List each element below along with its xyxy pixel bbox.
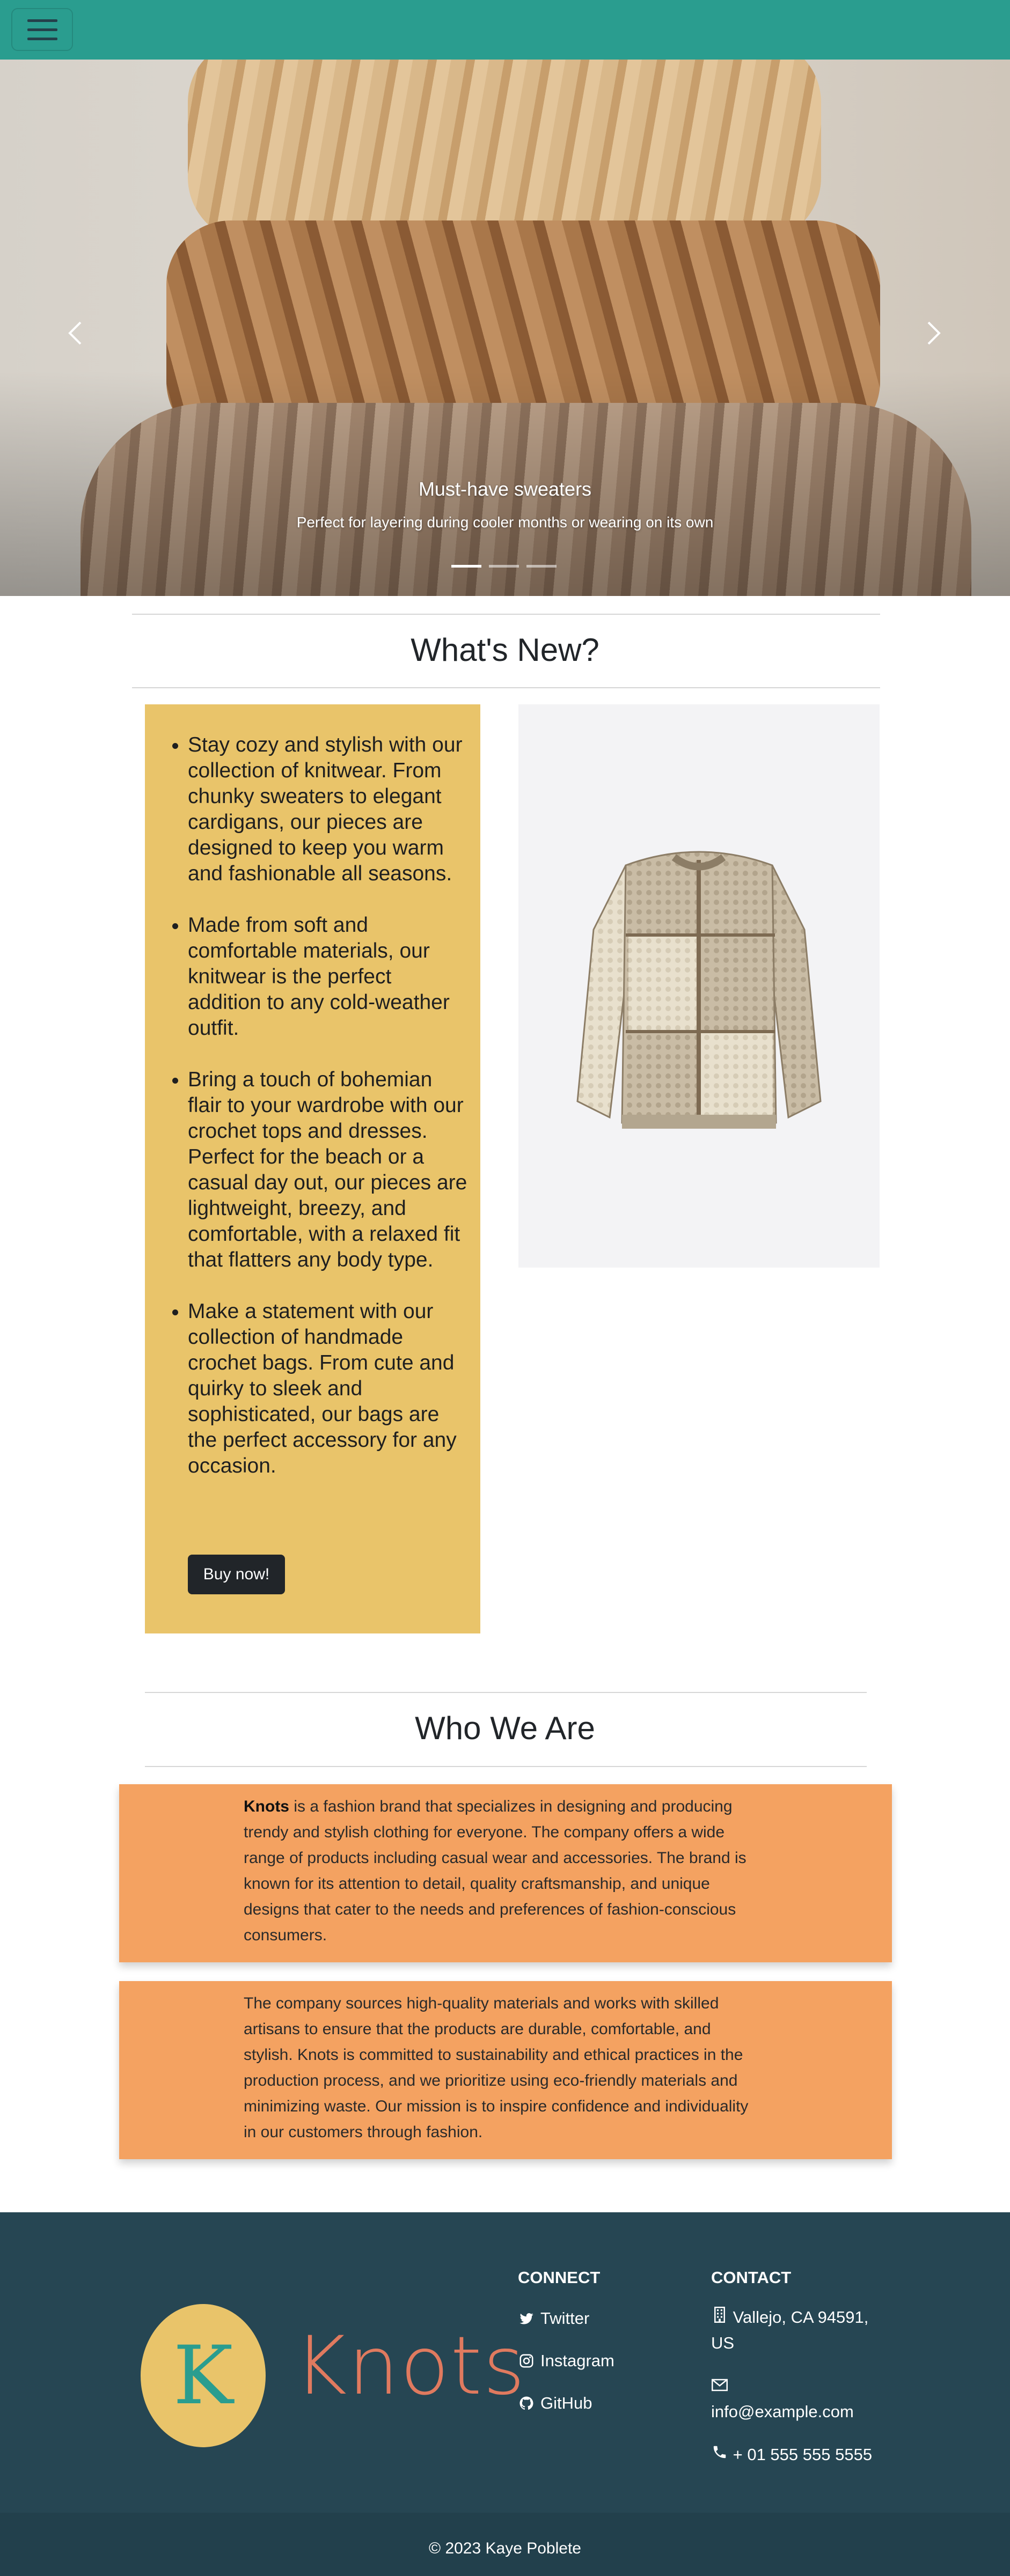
contact-heading: CONTACT (711, 2268, 792, 2287)
list-item: Make a statement with our collection of … (188, 1299, 470, 1479)
phone-number[interactable]: + 01 555 555 5555 (733, 2445, 872, 2464)
about-card-1: Knots is a fashion brand that specialize… (119, 1784, 892, 1962)
carousel-indicators (451, 565, 557, 568)
twitter-icon (518, 2310, 535, 2327)
logo-letter: K (173, 2329, 233, 2423)
who-we-are-title: Who We Are (415, 1710, 595, 1746)
divider (132, 614, 880, 615)
carousel-next-button[interactable] (912, 306, 955, 360)
hamburger-icon-bar (27, 37, 57, 40)
navbar (0, 0, 1010, 60)
carousel-indicator[interactable] (451, 565, 481, 568)
twitter-link-label: Twitter (540, 2309, 590, 2328)
twitter-link[interactable]: Twitter (518, 2309, 589, 2328)
hero-carousel: Must-have sweaters Perfect for layering … (0, 60, 1010, 596)
brand-name: Knots (244, 1798, 289, 1815)
buy-now-button[interactable]: Buy now! (188, 1555, 285, 1594)
carousel-caption-text: Perfect for layering during cooler month… (296, 514, 714, 531)
list-item: Stay cozy and stylish with our collectio… (188, 732, 470, 887)
github-icon (518, 2395, 535, 2412)
whats-new-panel: Stay cozy and stylish with our collectio… (145, 704, 480, 1633)
chevron-right-icon (927, 321, 941, 345)
footer: K Knots CONNECT Twitter Instagram GitHub… (0, 2212, 1010, 2576)
product-image-cardigan (518, 704, 880, 1268)
hamburger-icon-bar (27, 28, 57, 31)
email[interactable]: info@example.com (711, 2373, 854, 2425)
hamburger-icon-bar (27, 19, 57, 22)
phone[interactable]: + 01 555 555 5555 (711, 2442, 872, 2468)
carousel-caption-title: Must-have sweaters (418, 478, 592, 500)
list-item: Bring a touch of bohemian flair to your … (188, 1067, 470, 1273)
instagram-link-label: Instagram (540, 2351, 614, 2370)
navbar-toggler-button[interactable] (11, 8, 73, 51)
carousel-indicator[interactable] (489, 565, 519, 568)
divider (132, 687, 880, 688)
envelope-icon (711, 2376, 728, 2394)
about-paragraph-2: The company sources high-quality materia… (244, 1994, 749, 2141)
github-link[interactable]: GitHub (518, 2394, 592, 2413)
about-paragraph-1: Knots is a fashion brand that specialize… (244, 1794, 764, 1948)
logo-text: Knots (294, 2320, 526, 2413)
address: Vallejo, CA 94591, US (711, 2305, 868, 2356)
divider (145, 1766, 867, 1767)
building-icon (711, 2306, 728, 2323)
about-card-2: The company sources high-quality materia… (119, 1981, 892, 2159)
instagram-icon (518, 2352, 535, 2369)
divider (145, 1692, 867, 1693)
logo-circle: K (141, 2304, 266, 2447)
address-line-2: US (711, 2334, 735, 2352)
sweater-knit-top (188, 60, 821, 242)
list-item: Made from soft and comfortable materials… (188, 912, 470, 1041)
email-address[interactable]: info@example.com (711, 2402, 854, 2421)
whats-new-list: Stay cozy and stylish with our collectio… (188, 732, 470, 1505)
whats-new-title: What's New? (411, 632, 599, 668)
github-link-label: GitHub (540, 2394, 592, 2412)
address-line-1: Vallejo, CA 94591, (733, 2308, 869, 2327)
phone-icon (711, 2443, 728, 2461)
carousel-prev-button[interactable] (54, 306, 97, 360)
carousel-indicator[interactable] (526, 565, 557, 568)
chevron-left-icon (68, 321, 82, 345)
instagram-link[interactable]: Instagram (518, 2351, 614, 2371)
copyright-text: © 2023 Kaye Poblete (429, 2540, 581, 2557)
connect-heading: CONNECT (518, 2268, 601, 2287)
about-paragraph-1-text: is a fashion brand that specializes in d… (244, 1798, 746, 1944)
sweater-illustration (576, 851, 822, 1129)
